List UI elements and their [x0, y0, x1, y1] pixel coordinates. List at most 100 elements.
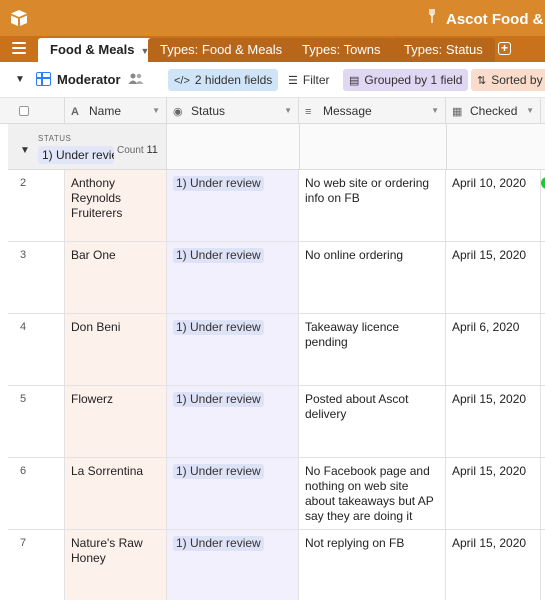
status-cell[interactable]: 1) Under review [167, 170, 299, 241]
chevron-down-icon[interactable]: ▼ [431, 98, 439, 124]
status-cell[interactable]: 1) Under review [167, 386, 299, 457]
checked-cell[interactable]: April 10, 2020 [446, 170, 541, 241]
tab-types-towns[interactable]: Types: Towns [290, 38, 393, 62]
single-select-icon: ◉ [173, 106, 183, 118]
name-cell[interactable]: Don Beni [65, 314, 167, 385]
column-header-name[interactable]: A Name ▼ [65, 98, 167, 124]
filter-icon: ☰ [288, 75, 298, 87]
column-label: Name [89, 104, 122, 118]
chevron-down-icon[interactable]: ▼ [15, 74, 25, 85]
long-text-icon: ≡ [305, 106, 312, 118]
status-pill: 1) Under review [173, 248, 264, 263]
row-number: 7 [8, 530, 65, 600]
group-summary: ▼ STATUS 1) Under review Count 11 [8, 124, 167, 169]
table-row[interactable]: 6 La Sorrentina 1) Under review No Faceb… [8, 458, 545, 530]
name-cell[interactable]: Nature's Raw Honey [65, 530, 167, 600]
text-field-icon: A [71, 106, 79, 118]
sort-label: Sorted by [491, 73, 543, 87]
column-header-status[interactable]: ◉ Status ▼ [167, 98, 299, 124]
status-pill: 1) Under review [173, 320, 264, 335]
collaborators-icon[interactable] [128, 72, 144, 85]
table-row[interactable]: 2 Anthony Reynolds Fruiterers 1) Under r… [8, 170, 545, 242]
group-divider [446, 124, 447, 169]
hidden-fields-button[interactable]: </> 2 hidden fields [168, 69, 279, 91]
name-cell[interactable]: Bar One [65, 242, 167, 313]
collapse-group-icon[interactable]: ▼ [20, 145, 30, 156]
table-row[interactable]: 3 Bar One 1) Under review No online orde… [8, 242, 545, 314]
message-cell[interactable]: Not replying on FB [299, 530, 446, 600]
group-count: Count 11 [117, 144, 158, 156]
group-button[interactable]: ▤ Grouped by 1 field [343, 69, 469, 91]
group-field-label: STATUS [38, 134, 72, 143]
status-cell[interactable]: 1) Under review [167, 314, 299, 385]
status-pill: 1) Under review [173, 464, 264, 479]
group-label: Grouped by 1 field [364, 73, 463, 87]
message-cell[interactable]: Posted about Ascot delivery [299, 386, 446, 457]
message-cell[interactable]: Takeaway licence pending [299, 314, 446, 385]
menu-icon[interactable] [12, 42, 26, 56]
tab-food-meals[interactable]: Food & Meals ▼ [38, 38, 162, 62]
group-value: 1) Under review [38, 146, 114, 164]
message-cell[interactable]: No online ordering [299, 242, 446, 313]
grid-view-icon [36, 72, 51, 86]
name-cell[interactable]: Flowerz [65, 386, 167, 457]
column-header-row: A Name ▼ ◉ Status ▼ ≡ Message ▼ ▦ Checked ▼ [0, 98, 545, 124]
hidden-fields-label: 2 hidden fields [194, 73, 273, 87]
row-number: 4 [8, 314, 65, 385]
status-pill: 1) Under review [173, 176, 264, 191]
chevron-down-icon[interactable]: ▼ [526, 98, 534, 124]
group-icon: ▤ [349, 75, 360, 87]
tab-types-food-meals[interactable]: Types: Food & Meals [148, 38, 295, 62]
checked-cell[interactable]: April 6, 2020 [446, 314, 541, 385]
table-tab-bar: Food & Meals ▼ Types: Food & Meals Types:… [0, 36, 545, 62]
hide-fields-icon: </> [174, 75, 190, 87]
column-header-checked[interactable]: ▦ Checked ▼ [446, 98, 541, 124]
base-title[interactable]: Ascot Food & ( [428, 8, 545, 28]
sort-icon: ⇅ [477, 75, 487, 87]
chevron-down-icon[interactable]: ▼ [152, 98, 160, 124]
checked-cell[interactable]: April 15, 2020 [446, 386, 541, 457]
base-title-text: Ascot Food & ( [446, 11, 545, 28]
airtable-logo-icon[interactable] [10, 9, 28, 27]
count-label: Count [117, 145, 144, 156]
select-all-checkbox[interactable] [19, 106, 29, 116]
filter-label: Filter [302, 73, 330, 87]
select-all-cell [0, 98, 65, 124]
group-divider [299, 124, 300, 169]
checked-cell[interactable]: April 15, 2020 [446, 458, 541, 529]
row-number: 6 [8, 458, 65, 529]
status-pill: 1) Under review [173, 392, 264, 407]
status-pill: 1) Under review [173, 536, 264, 551]
records-list: 2 Anthony Reynolds Fruiterers 1) Under r… [8, 170, 545, 600]
status-cell[interactable]: 1) Under review [167, 530, 299, 600]
filter-button[interactable]: ☰ Filter [282, 69, 336, 91]
column-header-message[interactable]: ≡ Message ▼ [299, 98, 446, 124]
fork-knife-icon [428, 8, 440, 28]
checked-cell[interactable]: April 15, 2020 [446, 242, 541, 313]
tab-label: Types: Towns [302, 42, 381, 57]
checked-cell[interactable]: April 15, 2020 [446, 530, 541, 600]
table-row[interactable]: 7 Nature's Raw Honey 1) Under review Not… [8, 530, 545, 600]
status-cell[interactable]: 1) Under review [167, 242, 299, 313]
calendar-icon: ▦ [452, 106, 463, 118]
sort-button[interactable]: ⇅ Sorted by [471, 69, 545, 91]
name-cell[interactable]: La Sorrentina [65, 458, 167, 529]
group-header: ▼ STATUS 1) Under review Count 11 [8, 124, 545, 170]
row-number: 3 [8, 242, 65, 313]
tab-label: Food & Meals [50, 42, 135, 57]
column-label: Checked [470, 104, 518, 118]
status-cell[interactable]: 1) Under review [167, 458, 299, 529]
chevron-down-icon[interactable]: ▼ [284, 98, 292, 124]
tab-label: Types: Food & Meals [160, 42, 283, 57]
table-row[interactable]: 4 Don Beni 1) Under review Takeaway lice… [8, 314, 545, 386]
view-toolbar: ▼ Moderator </> 2 hidden fields ☰ Filter ▤… [0, 62, 545, 98]
add-table-icon[interactable]: + [498, 42, 511, 55]
column-label: Message [323, 104, 372, 118]
table-row[interactable]: 5 Flowerz 1) Under review Posted about A… [8, 386, 545, 458]
message-cell[interactable]: No web site or ordering info on FB [299, 170, 446, 241]
view-name[interactable]: Moderator [57, 72, 121, 87]
status-indicator [541, 177, 545, 189]
tab-types-status[interactable]: Types: Status [392, 38, 495, 62]
name-cell[interactable]: Anthony Reynolds Fruiterers [65, 170, 167, 241]
message-cell[interactable]: No Facebook page and nothing on web site… [299, 458, 446, 529]
